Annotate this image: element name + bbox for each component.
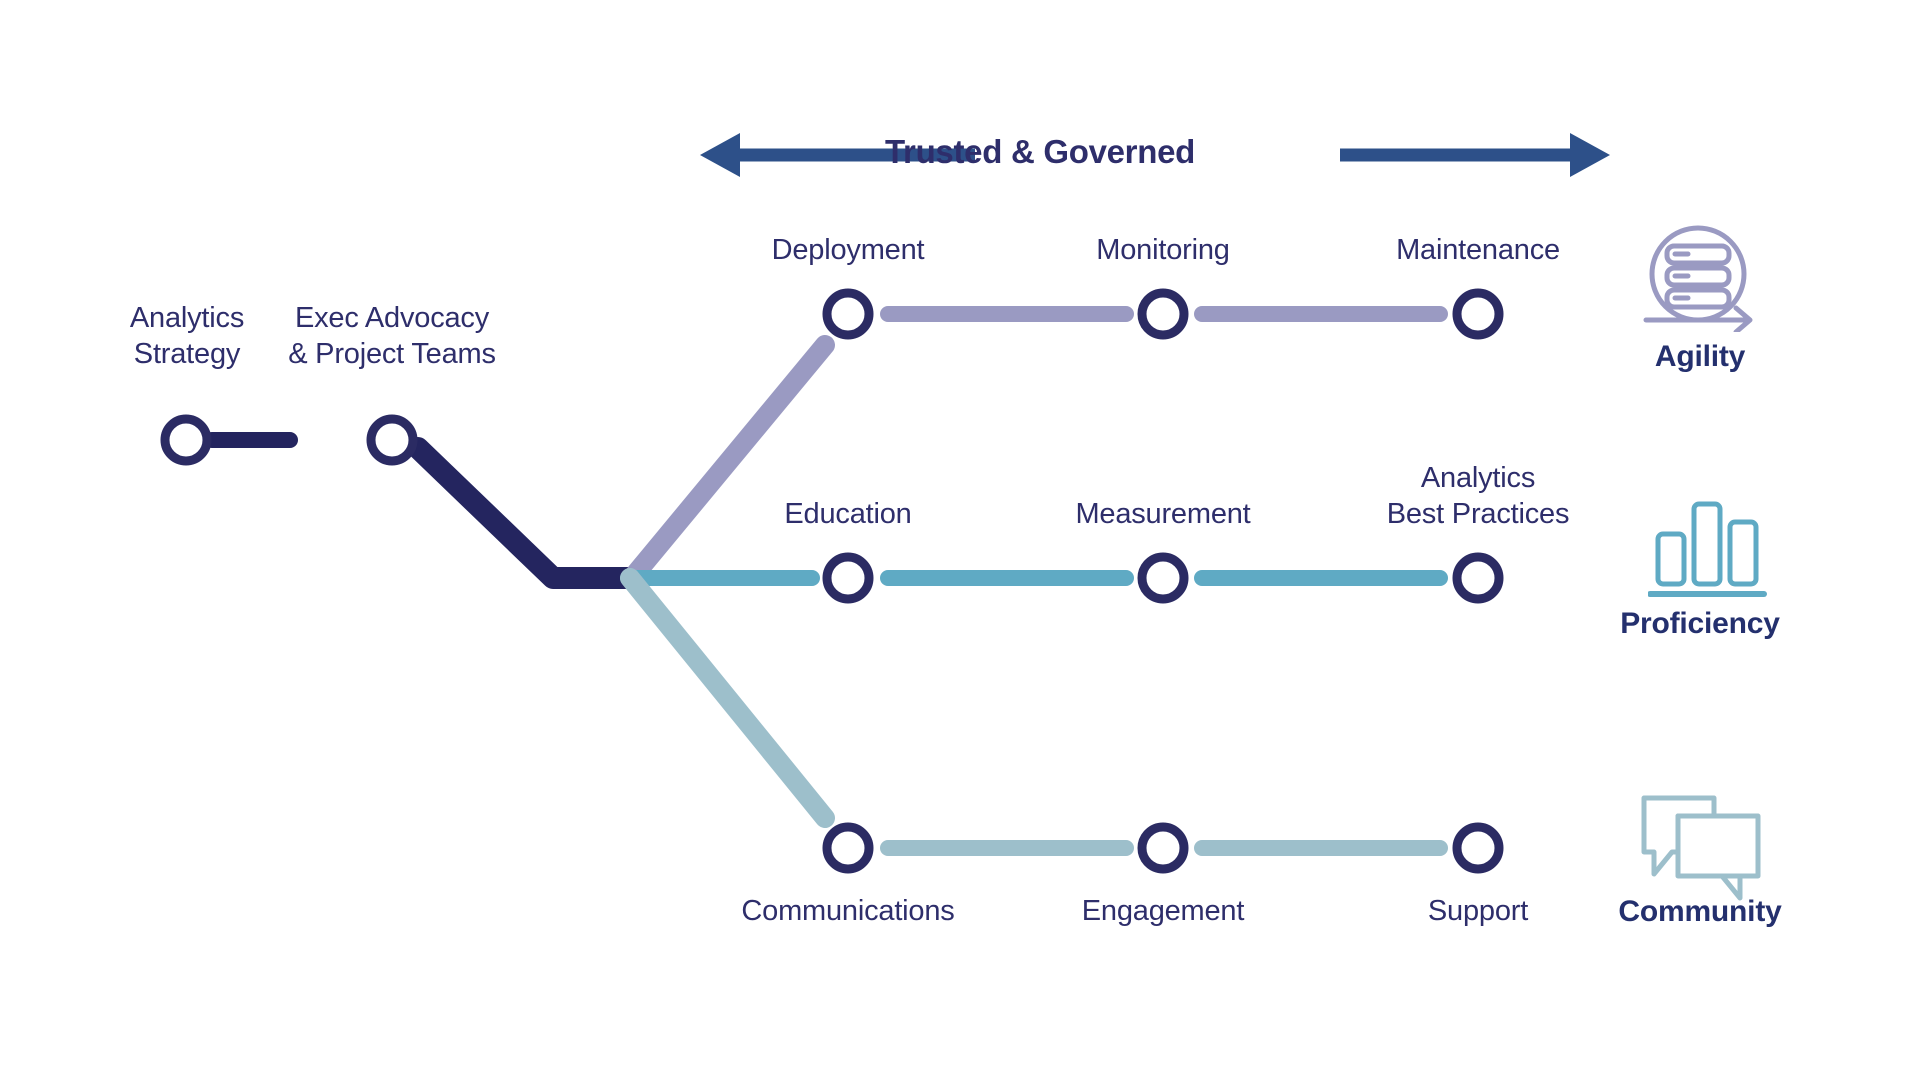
node-marker-monitoring[interactable] (1137, 288, 1189, 340)
branch-line-agility (622, 306, 1448, 588)
node-label-maintenance: Maintenance (1396, 234, 1560, 266)
bar-chart-icon (1647, 490, 1768, 600)
node-marker-communications[interactable] (822, 822, 874, 874)
node-marker-analytics-best-practices[interactable] (1452, 552, 1504, 604)
node-label-engagement: Engagement (1081, 895, 1245, 927)
node-marker-exec-advocacy[interactable] (366, 414, 418, 466)
pillar-label-proficiency: Proficiency (1620, 607, 1780, 640)
node-label-communications: Communications (741, 895, 955, 927)
node-marker-deployment[interactable] (822, 288, 874, 340)
node-marker-maintenance[interactable] (1452, 288, 1504, 340)
node-marker-measurement[interactable] (1137, 552, 1189, 604)
pillar-label-agility: Agility (1654, 340, 1746, 373)
node-label-analytics-best-practices: Analytics Best Practices (1386, 462, 1570, 530)
speech-bubbles-icon (1638, 790, 1768, 905)
trunk-path (204, 432, 639, 589)
node-marker-analytics-strategy[interactable] (160, 414, 212, 466)
banner-arrow-right (1340, 133, 1610, 177)
node-label-deployment: Deployment (771, 234, 925, 266)
node-label-education: Education (784, 498, 912, 530)
server-refresh-icon (1640, 222, 1760, 335)
pillar-label-community: Community (1618, 895, 1782, 928)
node-marker-support[interactable] (1452, 822, 1504, 874)
node-marker-education[interactable] (822, 552, 874, 604)
banner-title: Trusted & Governed (884, 133, 1195, 170)
node-label-measurement: Measurement (1075, 498, 1251, 530)
diagram-canvas: Trusted & Governed Analytics Strategy Ex… (0, 0, 1920, 1080)
node-marker-engagement[interactable] (1137, 822, 1189, 874)
node-label-exec-advocacy: Exec Advocacy & Project Teams (288, 302, 496, 370)
branch-line-community (620, 568, 1448, 856)
node-label-monitoring: Monitoring (1096, 234, 1230, 266)
